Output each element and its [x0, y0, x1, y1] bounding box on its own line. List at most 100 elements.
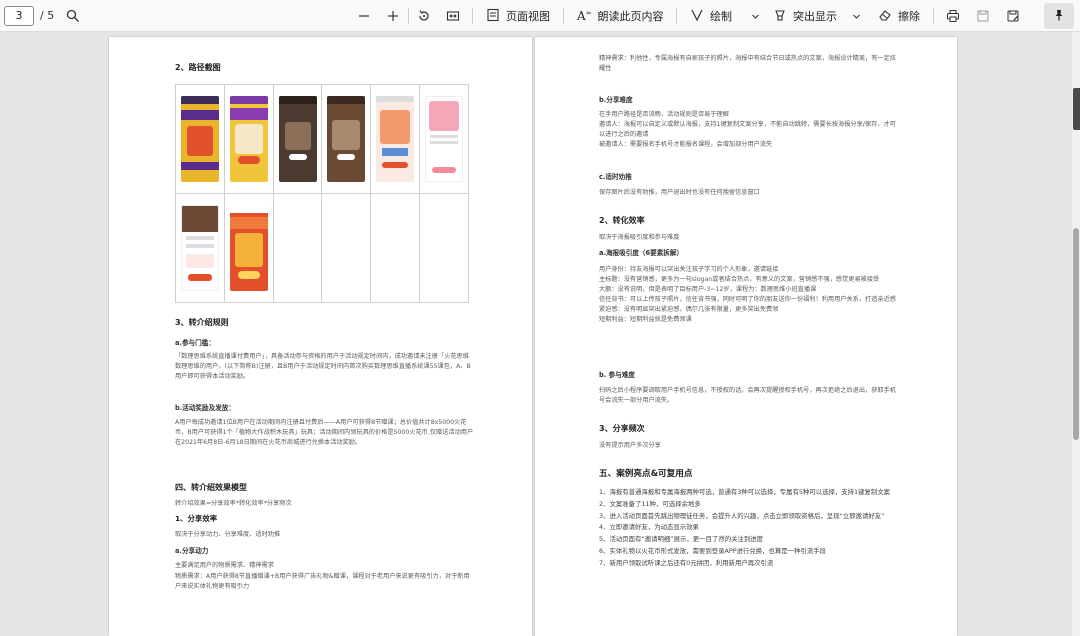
- subsection-heading: a.分享动力: [175, 547, 209, 555]
- list-item: 5、活动页面有“邀请明细”展示，更一目了然的关注到进度: [599, 535, 764, 544]
- side-panel-tab[interactable]: [1073, 88, 1080, 130]
- poster-thumbnail: [229, 96, 268, 182]
- pin-toolbar-button[interactable]: [1044, 3, 1074, 29]
- table-cell: [321, 193, 372, 303]
- poster-thumbnail: [180, 96, 219, 182]
- poster-thumbnail: [180, 205, 219, 291]
- erase-button[interactable]: 擦除: [878, 6, 920, 26]
- page-view-button[interactable]: 页面视图: [486, 6, 550, 26]
- toolbar-divider: [933, 8, 934, 24]
- poster-thumbnail: [425, 96, 464, 182]
- draw-button[interactable]: 绘制: [690, 6, 732, 26]
- pdf-toolbar: 3 / 5 页面视图 A≈ 朗读此页内容 绘制 突出显示 擦除: [0, 0, 1080, 32]
- table-cell: [272, 193, 323, 303]
- table-cell: [175, 193, 225, 303]
- bullet-list: 在手用户路径是否流畅，活动规则是否易于理解 邀请人：海报可以自定义或默认海报，支…: [599, 110, 897, 150]
- list-item: 在手用户路径是否流畅，活动规则是否易于理解: [599, 111, 729, 118]
- save-icon[interactable]: [974, 6, 992, 26]
- search-icon[interactable]: [64, 6, 82, 26]
- list-item: 信任背书：可以上传孩子照片，信任背书强，同时可明了你的朋友送你一份福利！利用用户…: [599, 296, 896, 303]
- paragraph: 取决于海报吸引度和参与难度: [599, 234, 680, 241]
- paragraph: 转介绍效果=分享效率*转化效率*分享频次: [175, 500, 292, 507]
- poster-thumbnail: [278, 96, 317, 182]
- list-item: 1、海报有普通海报和专属海报两种可选，普通有3种可以选择，专属有5种可以选择，支…: [599, 488, 891, 496]
- toolbar-divider: [408, 8, 409, 24]
- save-as-icon[interactable]: [1004, 6, 1022, 26]
- paragraph: 物质需求：A用户获得8节直播赠课+B用户获得广告礼物&赠课，课程对于老用户来说更…: [175, 573, 470, 590]
- highlight-button[interactable]: 突出显示: [773, 6, 837, 26]
- zoom-in-icon[interactable]: [384, 6, 402, 26]
- table-cell: [419, 84, 469, 194]
- pdf-page-left: 2、路径截图 3、转介绍规则 a.参与门槛： 「数理思维系统直播课付费用户」，具…: [109, 37, 532, 636]
- paragraph: A用户每成功邀请1位B用户在活动期间内注册且付费后——A用户可获得8节赠课；总价…: [175, 419, 474, 446]
- paragraph: 「数理思维系统直播课付费用户」，具备活动参与资格的用户于活动规定时间内，成功邀请…: [175, 353, 471, 380]
- list-item: 短期利益：短期利益就是免费领课: [599, 316, 692, 323]
- pin-icon: [1053, 9, 1065, 24]
- list-item: 4、立即邀请好友，为动态显示效果: [599, 523, 699, 532]
- page-view-icon: [486, 8, 500, 25]
- list-item: 紧迫感：没有明显突出紧迫感，偶尔几张有限量，更多突出免费领: [599, 306, 779, 313]
- list-item: 7、新用户领取试听课之后还有0元拼团，利用新用户再次引流: [599, 558, 774, 567]
- highlight-icon: [773, 8, 787, 25]
- list-item: 主标题：没有营销感，更多为一句slogan或者结合热点，有意义的文案，营销感不强…: [599, 276, 880, 283]
- list-item: 2、文案准备了11种，可选择余地多: [599, 499, 701, 508]
- erase-icon: [878, 8, 892, 25]
- scrollbar-thumb[interactable]: [1073, 228, 1079, 440]
- numbered-list: 1、海报有普通海报和专属海报两种可选，普通有3种可以选择，专属有5种可以选择，支…: [599, 487, 897, 570]
- section-heading: 3、分享频次: [599, 424, 645, 433]
- screenshot-table: [175, 84, 469, 303]
- section-heading: 3、转介绍规则: [175, 318, 229, 327]
- draw-options-chevron-icon[interactable]: [749, 6, 761, 26]
- subsection-heading: c.适时劝推: [599, 173, 632, 181]
- table-cell: [419, 193, 469, 303]
- read-aloud-icon: A≈: [577, 9, 592, 23]
- subsection-heading: b.分享难度: [599, 96, 633, 104]
- list-item: 用户身份：持友海报可以突出关注孩子学习的个人形象，邀请链接: [599, 266, 779, 273]
- draw-icon: [690, 8, 704, 25]
- list-item: 3、进入活动页面首先跳出物理徒任务，会提升人的兴趣，点击立即领取资格后，呈现“立…: [599, 511, 885, 520]
- subsection-heading: b. 参与难度: [599, 371, 635, 379]
- table-row: [175, 84, 469, 194]
- erase-label: 擦除: [898, 10, 920, 23]
- subsection-heading: b.活动奖励及发放：: [175, 404, 235, 412]
- section-heading: 2、路径截图: [175, 63, 221, 72]
- highlight-label: 突出显示: [793, 10, 837, 23]
- read-aloud-button[interactable]: A≈ 朗读此页内容: [577, 6, 664, 26]
- subsection-heading: a.海报吸引度（6要素拆解）: [599, 249, 684, 257]
- page-number-input[interactable]: 3: [4, 6, 34, 26]
- subsection-heading: a.参与门槛：: [175, 339, 215, 347]
- paragraph: 精神需求：利他性，专属海报有自家孩子的照片，海报中有结合节日或热点的文案，海报设…: [599, 55, 896, 72]
- print-icon[interactable]: [944, 6, 962, 26]
- highlight-options-chevron-icon[interactable]: [850, 6, 862, 26]
- table-cell: [272, 84, 323, 194]
- paragraph: 主要满足用户的物质需求、精神需求: [175, 562, 274, 569]
- section-heading: 四、转介绍效果模型: [175, 483, 247, 492]
- list-item: 大额：没有说明，但是表明了目标用户-3~12岁，课程为：数理思维小班直播课: [599, 286, 817, 293]
- zoom-out-icon[interactable]: [355, 6, 373, 26]
- bullet-list: 用户身份：持友海报可以突出关注孩子学习的个人形象，邀请链接 主标题：没有营销感，…: [599, 265, 897, 325]
- table-cell: [175, 84, 225, 194]
- paragraph: 取决于分享动力、分享难度、适时劝推: [175, 531, 281, 538]
- table-row: [175, 193, 469, 303]
- table-cell: [370, 84, 421, 194]
- list-item: 邀请人：海报可以自定义或默认海报，支持1键复制文案分享，不能自动跳转，需要长按海…: [599, 121, 896, 138]
- page-total-label: / 5: [40, 9, 55, 22]
- section-heading: 2、转化效率: [599, 216, 645, 225]
- paragraph: 保存图片后没有劝推，用户退出时也没有任何挽留信息窗口: [599, 189, 760, 196]
- table-cell: [223, 84, 274, 194]
- rotate-icon[interactable]: [415, 6, 433, 26]
- table-cell: [370, 193, 421, 303]
- paragraph: 扫码之后小程序要调取用户手机号信息，不授权的话，会再次提醒授权手机号，再次拒绝之…: [599, 387, 896, 404]
- poster-thumbnail: [327, 96, 366, 182]
- toolbar-divider: [676, 8, 677, 24]
- read-aloud-label: 朗读此页内容: [597, 10, 664, 23]
- table-cell: [223, 193, 274, 303]
- toolbar-divider: [472, 8, 473, 24]
- fit-page-icon[interactable]: [444, 6, 462, 26]
- pdf-page-right: 精神需求：利他性，专属海报有自家孩子的照片，海报中有结合节日或热点的文案，海报设…: [535, 37, 957, 636]
- list-item: 6、实体礼物以火花币形式发放，需要到登录APP进行兑换，也算是一种引流手段: [599, 546, 827, 555]
- page-view-label: 页面视图: [506, 10, 550, 23]
- poster-thumbnail: [229, 205, 268, 291]
- poster-thumbnail: [376, 96, 415, 182]
- paragraph: 没有提示用户多次分享: [599, 442, 661, 449]
